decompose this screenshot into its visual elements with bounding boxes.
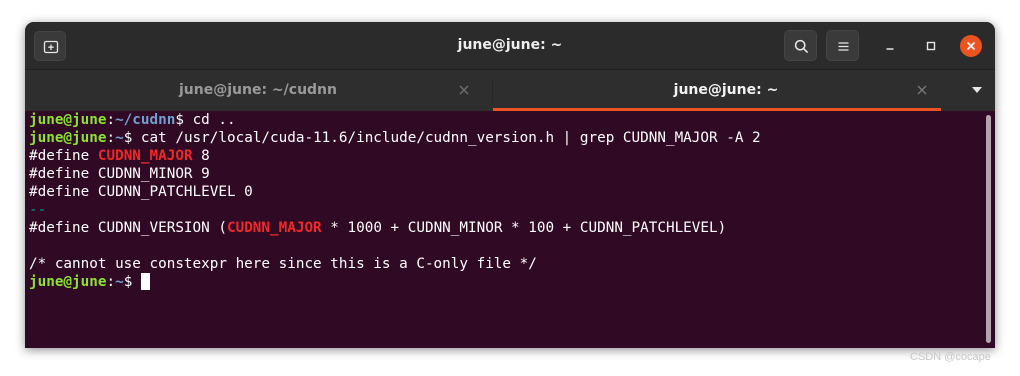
minimize-icon — [886, 48, 894, 50]
prompt-colon: : — [106, 112, 116, 128]
terminal-line: #define CUDNN_VERSION (CUDNN_MAJOR * 100… — [29, 219, 985, 237]
tab-close-icon[interactable] — [459, 85, 469, 95]
terminal-output[interactable]: june@june:~/cudnn$ cd .. june@june:~$ ca… — [25, 111, 985, 348]
prompt-colon: : — [106, 274, 116, 290]
terminal-line: june@june:~/cudnn$ cd .. — [29, 111, 985, 129]
terminal-line: #define CUDNN_PATCHLEVEL 0 — [29, 184, 253, 200]
output-text: 8 — [192, 148, 210, 164]
command-text: cat /usr/local/cuda-11.6/include/cudnn_v… — [140, 130, 761, 146]
grep-match: CUDNN_MAJOR — [97, 148, 193, 164]
header-bar: june@june: ~ — [25, 22, 995, 70]
watermark: CSDN @cocape — [910, 351, 991, 363]
tab-label: june@june: ~/cudnn — [179, 82, 337, 98]
prompt-path: ~ — [115, 130, 124, 146]
maximize-button[interactable] — [920, 35, 942, 57]
tab-list-dropdown[interactable] — [960, 70, 995, 111]
terminal-window: june@june: ~ june@june: ~/cudnn june@jun… — [25, 22, 995, 348]
tab-cudnn[interactable]: june@june: ~/cudnn — [25, 70, 491, 111]
output-text: #define CUDNN_VERSION ( — [29, 220, 227, 236]
terminal-line: june@june:~$ — [29, 273, 985, 291]
tab-bar: june@june: ~/cudnn june@june: ~ — [25, 70, 995, 111]
prompt-path: ~/cudnn — [115, 112, 176, 128]
prompt-dollar: $ — [175, 112, 193, 128]
prompt-path: ~ — [115, 274, 124, 290]
terminal-line: /* cannot use constexpr here since this … — [29, 256, 537, 272]
grep-group-separator: -- — [29, 202, 47, 218]
tab-label: june@june: ~ — [673, 82, 779, 98]
prompt-user: june@june — [29, 274, 107, 290]
terminal-line: june@june:~$ cat /usr/local/cuda-11.6/in… — [29, 129, 985, 147]
command-text: cd .. — [192, 112, 236, 128]
search-icon — [794, 39, 809, 54]
prompt-dollar: $ — [123, 274, 141, 290]
close-window-button[interactable] — [960, 35, 982, 57]
grep-match: CUDNN_MAJOR — [226, 220, 322, 236]
menu-button[interactable] — [826, 30, 859, 61]
close-icon — [966, 41, 976, 51]
tab-home[interactable]: june@june: ~ — [493, 70, 959, 111]
minimize-button[interactable] — [879, 35, 901, 57]
triangle-down-icon — [972, 87, 982, 93]
scrollbar[interactable] — [986, 115, 991, 343]
search-button[interactable] — [784, 30, 817, 61]
prompt-user: june@june — [29, 112, 107, 128]
output-text: * 1000 + CUDNN_MINOR * 100 + CUDNN_PATCH… — [321, 220, 727, 236]
text-cursor — [140, 273, 150, 290]
prompt-user: june@june — [29, 130, 107, 146]
output-text: #define — [29, 148, 98, 164]
hamburger-menu-icon — [838, 42, 849, 51]
terminal-line: #define CUDNN_MAJOR 8 — [29, 147, 985, 165]
prompt-colon: : — [106, 130, 116, 146]
prompt-dollar: $ — [123, 130, 141, 146]
terminal-line: #define CUDNN_MINOR 9 — [29, 166, 210, 182]
tab-close-icon[interactable] — [917, 85, 927, 95]
maximize-icon — [926, 41, 936, 51]
